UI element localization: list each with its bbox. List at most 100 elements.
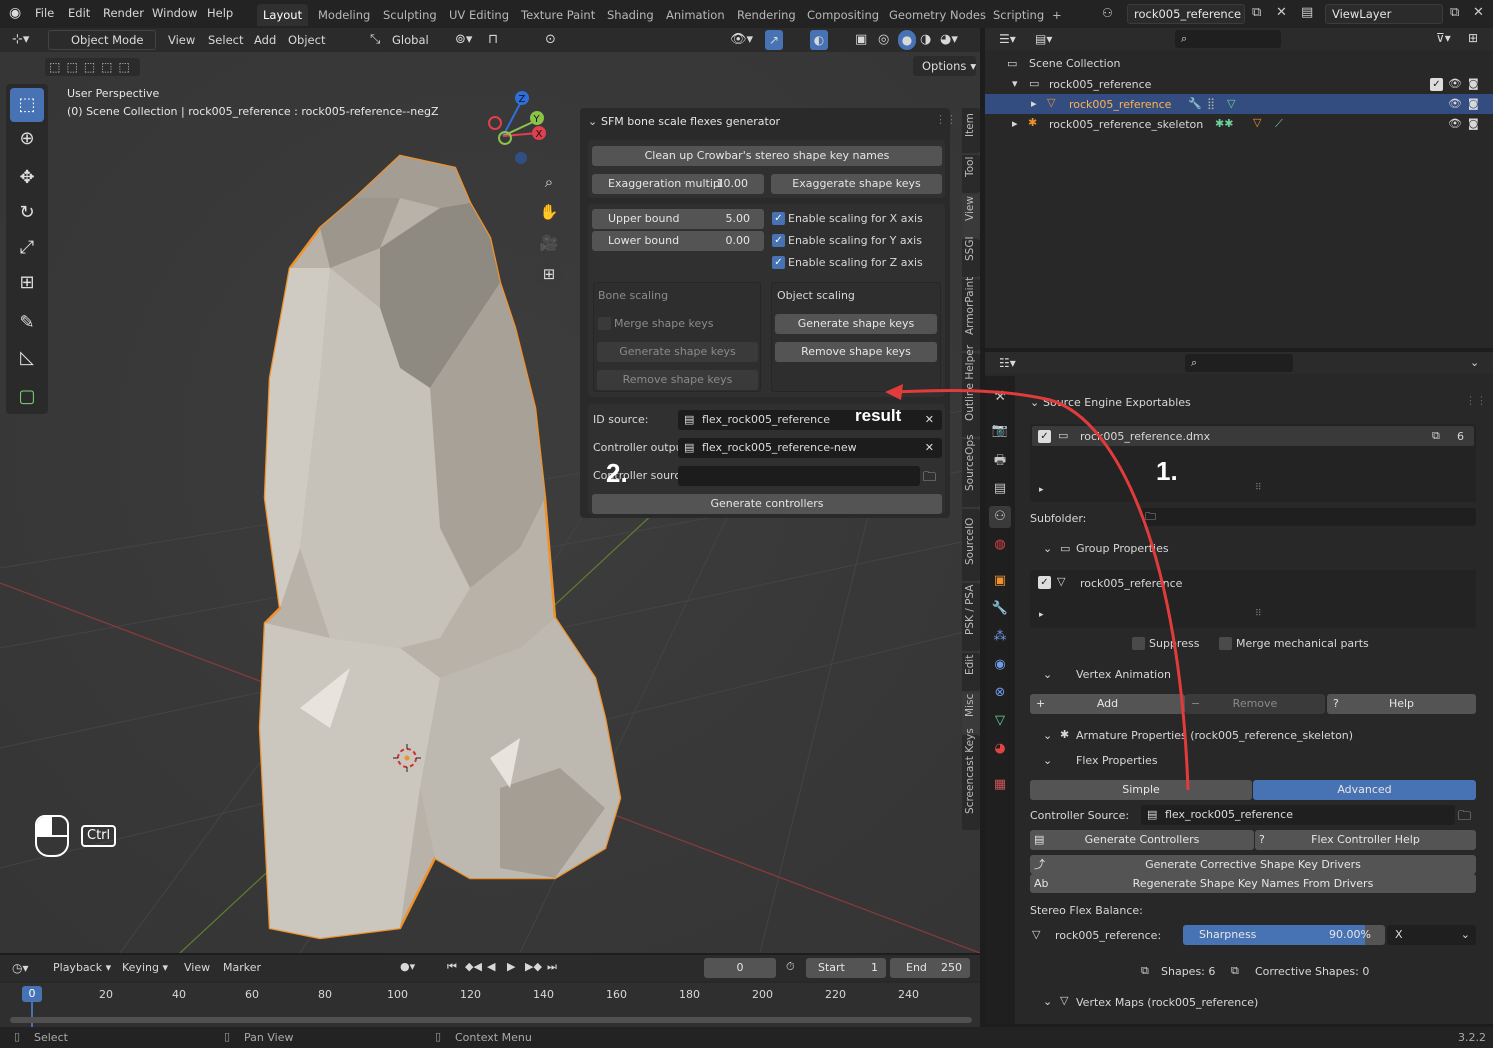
data-tab-icon[interactable]: ▽ (989, 710, 1011, 732)
timeline-marker-menu[interactable]: Marker (223, 961, 261, 974)
tab-texture-paint[interactable]: Texture Paint (515, 4, 601, 26)
play-reverse-icon[interactable]: ◀ (487, 960, 495, 973)
list-resize-icon[interactable]: ⠿ (1255, 609, 1262, 619)
panel-collapse-icon[interactable]: ⌄ (588, 115, 597, 128)
outliner-editor-icon[interactable]: ☰▾ (999, 32, 1016, 46)
menu-add[interactable]: Add (254, 30, 276, 50)
remove-button[interactable]: − Remove (1185, 694, 1325, 714)
sidebar-tab-screencast-keys[interactable]: Screencast Keys (962, 728, 980, 830)
eye-icon[interactable]: 👁 (1448, 77, 1462, 90)
drag-handle-icon[interactable]: ⋮⋮ (1465, 394, 1487, 407)
gizmo-toggle-icon[interactable]: ↗ (765, 30, 783, 50)
eye-icon[interactable]: 👁 (1448, 97, 1462, 110)
render-camera-icon[interactable]: ◙ (1468, 77, 1479, 90)
add-workspace-button[interactable]: + (1046, 4, 1068, 26)
advanced-tab[interactable]: Advanced (1253, 780, 1476, 800)
merge-shape-keys-checkbox[interactable] (598, 317, 611, 330)
rotate-icon[interactable]: ↻ (10, 196, 44, 230)
view-layer-tab-icon[interactable]: ▤ (989, 478, 1011, 500)
zoom-icon[interactable]: ⌕ (535, 168, 563, 196)
transform-icon[interactable]: ⊞ (10, 266, 44, 300)
copy-layer-icon[interactable]: ⧉ (1450, 5, 1459, 20)
outliner-search[interactable]: ⌕ (1175, 30, 1281, 48)
cursor-icon[interactable]: ⊕ (10, 122, 44, 156)
menu-edit[interactable]: Edit (68, 6, 90, 20)
filter-icon[interactable]: ⊽▾ (1436, 31, 1451, 45)
group-collapse-icon[interactable]: ⌄ (1043, 542, 1052, 555)
expand-icon[interactable]: ▸ (1012, 117, 1018, 130)
exaggerate-button[interactable]: Exaggerate shape keys (771, 174, 942, 194)
upper-bound-field[interactable]: Upper bound 5.00 (592, 209, 764, 229)
render-camera-icon[interactable]: ◙ (1468, 117, 1479, 130)
armature-collapse-icon[interactable]: ⌄ (1043, 729, 1052, 742)
3d-viewport[interactable]: ⊹▾ Object Mode View Select Add Object ⤡ … (0, 28, 980, 953)
texture-tab-icon[interactable]: ▦ (989, 774, 1011, 796)
scene-tab-icon[interactable]: ⚇ (989, 506, 1011, 528)
tab-shading[interactable]: Shading (601, 4, 660, 26)
tab-scripting[interactable]: Scripting (987, 4, 1050, 26)
copy-scene-icon[interactable]: ⧉ (1252, 5, 1261, 20)
timeline-view-menu[interactable]: View (184, 961, 210, 974)
proportional-icon[interactable]: ⊙ (545, 30, 556, 50)
enable-x-checkbox[interactable]: ✓ (772, 212, 785, 225)
bone-generate-button[interactable]: Generate shape keys (597, 342, 758, 362)
close-scene-icon[interactable]: ✕ (1276, 5, 1287, 20)
exaggeration-field[interactable]: Exaggeration multipl 10.00 (592, 174, 764, 194)
lower-bound-field[interactable]: Lower bound 0.00 (592, 231, 764, 251)
list-resize-icon[interactable]: ⠿ (1255, 483, 1262, 493)
record-icon[interactable]: ●▾ (400, 960, 415, 973)
overlay-toggle-icon[interactable]: ◐ (810, 30, 828, 50)
pose-icon[interactable]: ✱✱ (1215, 117, 1233, 130)
timeline-editor-icon[interactable]: ◷▾ (12, 961, 29, 975)
render-shading-icon[interactable]: ◕▾ (940, 30, 958, 50)
frame-ruler[interactable]: 0 20 40 60 80 100 120 140 160 180 200 22… (0, 983, 980, 1027)
merge-mech-checkbox[interactable] (1219, 637, 1232, 650)
move-icon[interactable]: ✥ (10, 161, 44, 195)
navigation-gizmo[interactable]: Z Y X (478, 86, 558, 166)
sharpness-slider[interactable]: Sharpness 90.00% (1183, 925, 1385, 945)
timeline-scrollbar[interactable] (10, 1017, 972, 1023)
exportable-row[interactable]: ✓ ▭ rock005_reference.dmx ⧉ 6 (1032, 426, 1474, 446)
generate-corrective-button[interactable]: ⤴ Generate Corrective Shape Key Drivers (1030, 855, 1476, 874)
exportable-checkbox[interactable]: ✓ (1038, 430, 1051, 443)
jump-start-icon[interactable]: ⏮ (447, 960, 457, 974)
vertex-maps-collapse-icon[interactable]: ⌄ (1043, 995, 1052, 1008)
scale-icon[interactable]: ⤢ (10, 231, 44, 265)
regenerate-names-button[interactable]: Ab Regenerate Shape Key Names From Driver… (1030, 874, 1476, 893)
id-source-field[interactable]: ▤ flex_rock005_reference ✕ (678, 410, 942, 430)
orientation-selector[interactable]: Global (385, 30, 450, 50)
tab-layout[interactable]: Layout (257, 4, 309, 26)
controller-source-field[interactable]: ▤ flex_rock005_reference (1141, 805, 1455, 825)
modifier-tab-icon[interactable]: 🔧 (989, 598, 1011, 620)
editor-type-icon[interactable]: ⊹▾ (12, 30, 29, 50)
scene-icon[interactable]: ⚇ (1102, 6, 1113, 20)
add-button[interactable]: + Add (1030, 694, 1185, 714)
tab-geometry-nodes[interactable]: Geometry Nodes (883, 4, 992, 26)
view-layer-icon[interactable]: ▤ (1301, 5, 1313, 20)
bone-remove-button[interactable]: Remove shape keys (597, 370, 758, 390)
enable-z-checkbox[interactable]: ✓ (772, 256, 785, 269)
clear-id-icon[interactable]: ✕ (925, 410, 934, 430)
outliner-row-mesh[interactable]: ▸ ▽ rock005_reference 🔧 ⣿ ▽ 👁 ◙ (985, 94, 1493, 114)
outliner-row-collection[interactable]: ▾ ▭ rock005_reference ✓ 👁 ◙ (985, 74, 1493, 94)
add-cube-icon[interactable]: ▢ (10, 380, 44, 414)
include-checkbox[interactable]: ✓ (1430, 78, 1443, 91)
orientation-icon[interactable]: ⤡ (370, 30, 380, 50)
controller-output-field[interactable]: ▤ flex_rock005_reference-new ✕ (678, 438, 942, 458)
tab-compositing[interactable]: Compositing (801, 4, 885, 26)
object-remove-button[interactable]: Remove shape keys (775, 342, 937, 362)
display-mode-icon[interactable]: ▤▾ (1035, 32, 1052, 46)
xray-icon[interactable]: ▣ (855, 30, 867, 50)
help-button[interactable]: ? Help (1327, 694, 1476, 714)
list-expand-icon[interactable]: ▸ (1039, 610, 1044, 620)
start-frame-field[interactable]: Start 1 (806, 958, 886, 978)
new-collection-icon[interactable]: ⊞ (1468, 31, 1478, 45)
output-tab-icon[interactable]: 🖶 (989, 450, 1011, 472)
jump-end-icon[interactable]: ⏭ (547, 960, 557, 974)
simple-tab[interactable]: Simple (1030, 780, 1252, 800)
tab-rendering[interactable]: Rendering (731, 4, 802, 26)
controller-source-field[interactable] (678, 466, 920, 486)
generate-controllers-button[interactable]: Generate controllers (592, 494, 942, 514)
properties-search[interactable]: ⌕ (1185, 354, 1293, 372)
visibility-icon[interactable]: 👁▾ (730, 30, 753, 50)
